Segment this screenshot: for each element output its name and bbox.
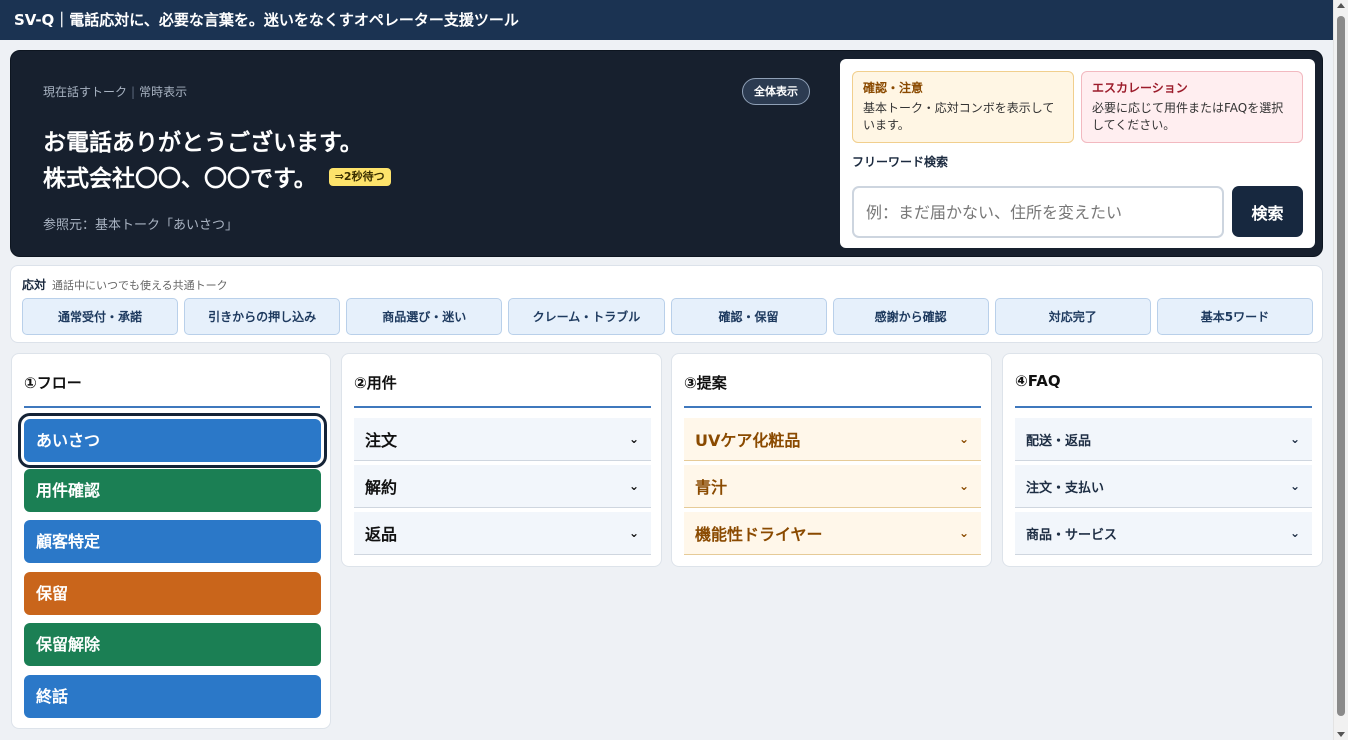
- flow-item-greeting[interactable]: あいさつ: [18, 413, 327, 468]
- confirm-card: 確認・注意 基本トーク・応対コンボを表示しています。: [852, 71, 1074, 143]
- chevron-down-icon: ⌄: [1289, 526, 1300, 540]
- talk-line-1: お電話ありがとうございます。: [43, 130, 363, 156]
- faq-item-label: 注文・支払い: [1026, 480, 1105, 496]
- purpose-item[interactable]: 解約 ⌄: [354, 465, 651, 508]
- combo-button[interactable]: 引きからの押し込み: [184, 298, 341, 335]
- combo-title-text: 応対: [22, 278, 47, 292]
- search-button[interactable]: 検索: [1232, 186, 1303, 237]
- combo-button[interactable]: クレーム・トラブル: [508, 298, 665, 335]
- current-talk-label: 現在話すトーク | 常時表示: [43, 83, 187, 100]
- purpose-divider: [354, 406, 651, 408]
- chevron-down-icon: ⌄: [1289, 479, 1300, 493]
- chevron-down-icon: ⌄: [958, 526, 969, 540]
- scroll-down-icon[interactable]: [1337, 732, 1345, 737]
- talk-reference: 参照元：基本トーク「あいさつ」: [43, 218, 239, 233]
- faq-heading: ④FAQ: [1015, 372, 1061, 390]
- proposal-item-label: UVケア化粧品: [695, 431, 801, 450]
- label-separator: |: [131, 85, 136, 99]
- combo-button[interactable]: 商品選び・迷い: [346, 298, 503, 335]
- faq-item[interactable]: 商品・サービス ⌄: [1015, 512, 1312, 555]
- chevron-down-icon: ⌄: [628, 479, 639, 493]
- flow-heading: ①フロー: [24, 374, 82, 392]
- proposal-item[interactable]: 青汁 ⌄: [684, 465, 981, 508]
- show-all-button[interactable]: 全体表示: [742, 78, 810, 105]
- always-visible-label: 常時表示: [139, 85, 188, 99]
- scroll-up-icon[interactable]: [1337, 3, 1345, 8]
- proposal-heading: ③提案: [684, 374, 727, 392]
- flow-item-purpose[interactable]: 用件確認: [24, 469, 321, 512]
- purpose-item-label: 返品: [365, 525, 398, 544]
- current-talk-text: お電話ありがとうございます。 株式会社〇〇、〇〇です。 ⇒2秒待つ: [43, 125, 391, 197]
- combo-panel: 応対 通話中にいつでも使える共通トーク 通常受付・承諾 引きからの押し込み 商品選…: [10, 265, 1323, 343]
- scrollbar[interactable]: [1333, 0, 1348, 740]
- flow-item-unhold[interactable]: 保留解除: [24, 623, 321, 666]
- flow-column: ①フロー あいさつ 用件確認 顧客特定 保留 保留解除 終話: [11, 353, 331, 729]
- combo-button[interactable]: 対応完了: [994, 298, 1151, 335]
- proposal-column: ③提案 UVケア化粧品 ⌄ 青汁 ⌄ 機能性ドライヤー ⌄: [671, 353, 992, 567]
- faq-item[interactable]: 配送・返品 ⌄: [1015, 418, 1312, 461]
- chevron-down-icon: ⌄: [958, 479, 969, 493]
- chevron-down-icon: ⌄: [628, 432, 639, 446]
- wait-badge: ⇒2秒待つ: [328, 167, 391, 186]
- purpose-item[interactable]: 返品 ⌄: [354, 512, 651, 555]
- faq-item[interactable]: 注文・支払い ⌄: [1015, 465, 1312, 508]
- confirm-card-text: 基本トーク・応対コンボを表示しています。: [863, 101, 1055, 132]
- proposal-item-label: 機能性ドライヤー: [695, 525, 823, 544]
- purpose-item-label: 解約: [365, 478, 398, 497]
- purpose-item-label: 注文: [365, 431, 398, 450]
- escalation-card-title: エスカレーション: [1092, 81, 1188, 95]
- purpose-column: ②用件 注文 ⌄ 解約 ⌄ 返品 ⌄: [341, 353, 662, 567]
- talk-line-2-text: 株式会社〇〇、〇〇です。: [43, 166, 317, 192]
- combo-button[interactable]: 確認・保留: [670, 298, 827, 335]
- combo-button[interactable]: 感謝から確認: [832, 298, 989, 335]
- combo-title: 応対 通話中にいつでも使える共通トーク: [22, 276, 228, 293]
- confirm-card-title: 確認・注意: [863, 81, 924, 95]
- combo-button[interactable]: 通常受付・承諾: [22, 298, 179, 335]
- current-talk-label-text: 現在話すトーク: [43, 85, 128, 99]
- faq-item-label: 配送・返品: [1026, 433, 1092, 449]
- escalation-card: エスカレーション 必要に応じて用件またはFAQを選択してください。: [1081, 71, 1303, 143]
- app-title: SV-Q｜電話応対に、必要な言葉を。迷いをなくすオペレーター支援ツール: [14, 11, 519, 29]
- flow-item-customer-id[interactable]: 顧客特定: [24, 520, 321, 563]
- flow-divider: [24, 406, 320, 408]
- proposal-item-label: 青汁: [695, 478, 728, 497]
- proposal-divider: [684, 406, 981, 408]
- chevron-down-icon: ⌄: [1289, 432, 1300, 446]
- purpose-heading: ②用件: [354, 374, 397, 392]
- proposal-item[interactable]: 機能性ドライヤー ⌄: [684, 512, 981, 555]
- faq-divider: [1015, 406, 1312, 408]
- flow-item-hold[interactable]: 保留: [24, 572, 321, 615]
- escalation-card-text: 必要に応じて用件またはFAQを選択してください。: [1092, 101, 1284, 132]
- free-word-search-input[interactable]: [852, 186, 1224, 238]
- faq-item-label: 商品・サービス: [1026, 527, 1118, 543]
- app-header: SV-Q｜電話応対に、必要な言葉を。迷いをなくすオペレーター支援ツール: [0, 0, 1333, 40]
- combo-button-row: 通常受付・承諾 引きからの押し込み 商品選び・迷い クレーム・トラブル 確認・保…: [22, 298, 1313, 335]
- combo-subtitle: 通話中にいつでも使える共通トーク: [52, 279, 228, 292]
- flow-item-end-call[interactable]: 終話: [24, 675, 321, 718]
- combo-button[interactable]: 基本5ワード: [1156, 298, 1313, 335]
- faq-column: ④FAQ 配送・返品 ⌄ 注文・支払い ⌄ 商品・サービス ⌄: [1002, 353, 1323, 567]
- scrollbar-thumb[interactable]: [1337, 16, 1345, 716]
- chevron-down-icon: ⌄: [958, 432, 969, 446]
- chevron-down-icon: ⌄: [628, 526, 639, 540]
- current-talk-panel: 現在話すトーク | 常時表示 全体表示 お電話ありがとうございます。 株式会社〇〇、…: [10, 50, 1323, 257]
- free-word-label: フリーワード検索: [852, 155, 949, 169]
- proposal-item[interactable]: UVケア化粧品 ⌄: [684, 418, 981, 461]
- side-panel: 確認・注意 基本トーク・応対コンボを表示しています。 エスカレーション 必要に応…: [840, 59, 1315, 248]
- talk-line-2: 株式会社〇〇、〇〇です。 ⇒2秒待つ: [43, 161, 391, 197]
- purpose-item[interactable]: 注文 ⌄: [354, 418, 651, 461]
